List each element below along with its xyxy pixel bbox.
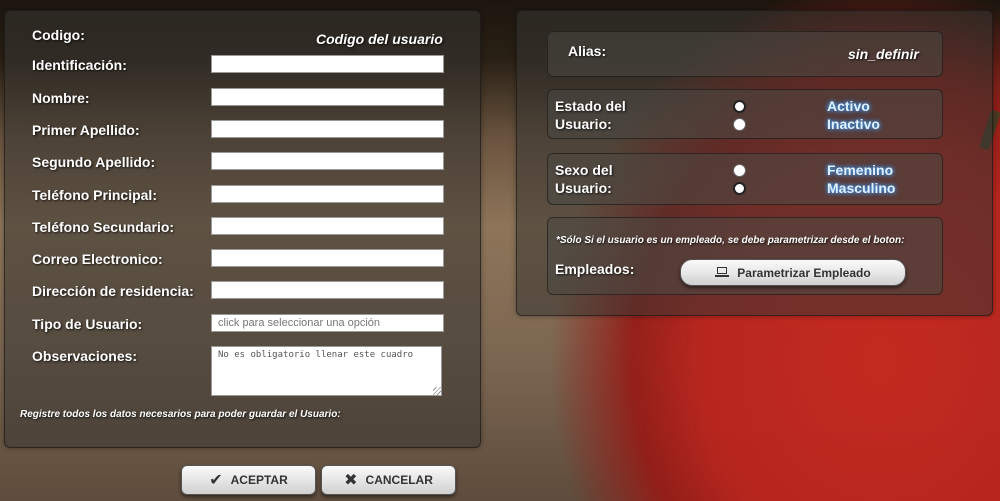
codigo-label: Codigo: — [32, 27, 85, 43]
sexo-masculino-label[interactable]: Masculino — [827, 180, 895, 196]
identificacion-label: Identificación: — [32, 57, 127, 73]
cancelar-button[interactable]: ✖ CANCELAR — [321, 465, 456, 495]
empleados-box: *Sólo Si el usuario es un empleado, se d… — [547, 217, 943, 295]
estado-label-line1: Estado del — [555, 98, 626, 114]
direccion-input[interactable] — [211, 281, 444, 299]
sexo-femenino-radio[interactable] — [733, 164, 746, 177]
telefono-principal-label: Teléfono Principal: — [32, 187, 157, 203]
user-settings-panel: Alias: sin_definir Estado del Usuario: A… — [516, 10, 993, 316]
primer-apellido-label: Primer Apellido: — [32, 122, 140, 138]
sexo-label-line1: Sexo del — [555, 162, 613, 178]
empleados-label: Empleados: — [555, 261, 635, 277]
primer-apellido-input[interactable] — [211, 120, 444, 138]
estado-inactivo-label[interactable]: Inactivo — [827, 116, 880, 132]
cancelar-label: CANCELAR — [365, 473, 433, 487]
resize-grip-icon[interactable] — [433, 387, 441, 395]
telefono-secundario-input[interactable] — [211, 217, 444, 235]
alias-value: sin_definir — [848, 46, 919, 62]
x-icon: ✖ — [344, 472, 358, 489]
estado-box: Estado del Usuario: Activo Inactivo — [547, 89, 943, 139]
alias-label: Alias: — [568, 43, 607, 59]
aceptar-label: ACEPTAR — [230, 473, 288, 487]
identificacion-input[interactable] — [211, 55, 444, 73]
correo-input[interactable] — [211, 249, 444, 267]
estado-activo-radio[interactable] — [733, 100, 746, 113]
empleado-note: *Sólo Si el usuario es un empleado, se d… — [556, 235, 905, 246]
telefono-secundario-label: Teléfono Secundario: — [32, 219, 175, 235]
estado-activo-label[interactable]: Activo — [827, 98, 870, 114]
sexo-label-line2: Usuario: — [555, 180, 612, 196]
aceptar-button[interactable]: ✔ ACEPTAR — [181, 465, 316, 495]
estado-label-line2: Usuario: — [555, 116, 612, 132]
footer-note: Registre todos los datos necesarios para… — [20, 409, 341, 420]
segundo-apellido-label: Segundo Apellido: — [32, 154, 156, 170]
correo-label: Correo Electronico: — [32, 251, 163, 267]
tipo-usuario-label: Tipo de Usuario: — [32, 316, 143, 332]
laptop-icon — [715, 267, 730, 278]
checkmark-icon: ✔ — [209, 472, 223, 489]
parametrizar-label: Parametrizar Empleado — [737, 265, 871, 280]
telefono-principal-input[interactable] — [211, 185, 444, 203]
nombre-label: Nombre: — [32, 90, 90, 106]
tipo-usuario-select[interactable] — [211, 314, 444, 332]
parametrizar-empleado-button[interactable]: Parametrizar Empleado — [680, 259, 906, 286]
codigo-value: Codigo del usuario — [316, 31, 443, 47]
nombre-input[interactable] — [211, 88, 444, 106]
sexo-masculino-radio[interactable] — [733, 182, 746, 195]
sexo-box: Sexo del Usuario: Femenino Masculino — [547, 153, 943, 205]
estado-inactivo-radio[interactable] — [733, 118, 746, 131]
direccion-label: Dirección de residencia: — [32, 283, 194, 299]
alias-box: Alias: sin_definir — [547, 31, 943, 77]
observaciones-label: Observaciones: — [32, 348, 138, 364]
user-form-panel: Codigo: Codigo del usuario Identificació… — [4, 10, 481, 448]
observaciones-textarea[interactable] — [211, 346, 442, 396]
sexo-femenino-label[interactable]: Femenino — [827, 162, 893, 178]
segundo-apellido-input[interactable] — [211, 152, 444, 170]
